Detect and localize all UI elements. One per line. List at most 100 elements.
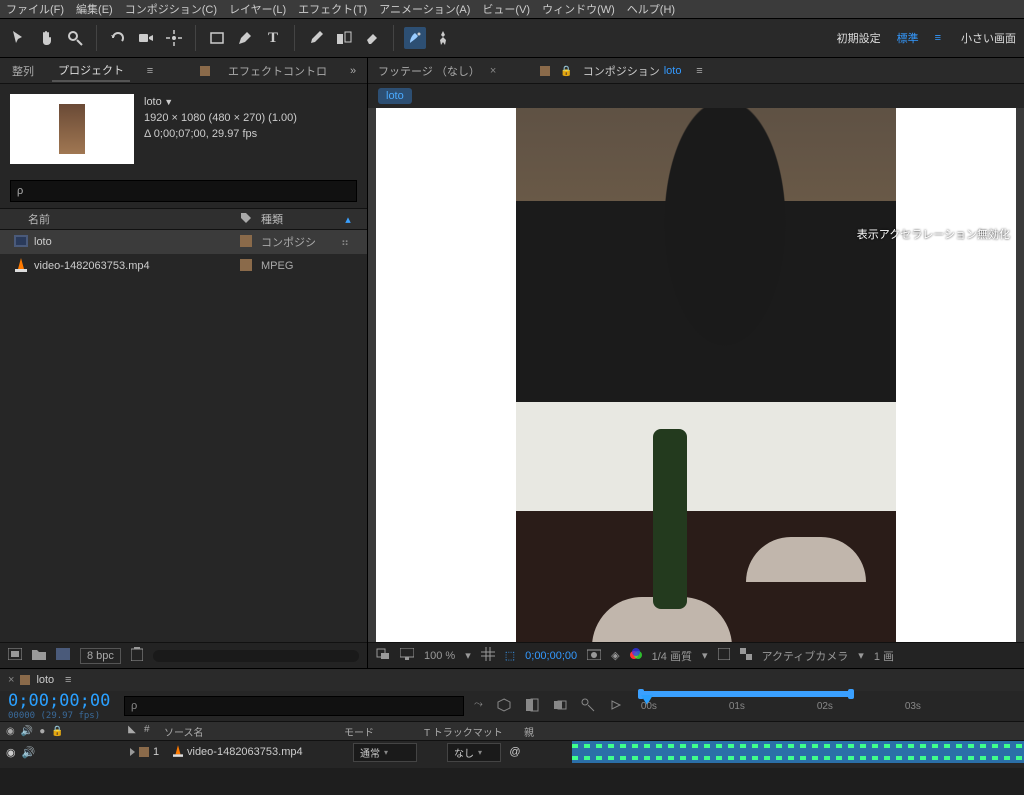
project-menu-icon[interactable]: ≡ — [142, 65, 158, 77]
tool-clone[interactable] — [333, 27, 355, 49]
timeline-search[interactable]: ρ — [124, 696, 464, 716]
tool-selection[interactable] — [8, 27, 30, 49]
tool-anchor[interactable] — [163, 27, 185, 49]
workspace-menu-icon[interactable]: ≡ — [935, 32, 945, 44]
speaker-icon[interactable]: 🔊 — [21, 726, 33, 737]
tool-rotate[interactable] — [107, 27, 129, 49]
new-comp-icon[interactable] — [56, 648, 70, 663]
channels-icon[interactable] — [630, 648, 642, 663]
menu-layer[interactable]: レイヤー(L) — [229, 1, 286, 17]
tool-zoom[interactable] — [64, 27, 86, 49]
snapshot-icon[interactable] — [587, 648, 601, 663]
tool-text[interactable]: T — [262, 27, 284, 49]
col-tag[interactable] — [231, 212, 261, 227]
menu-file[interactable]: ファイル(F) — [6, 1, 64, 17]
menu-edit[interactable]: 編集(E) — [76, 1, 113, 17]
layer-label[interactable] — [139, 747, 149, 757]
tool-camera[interactable] — [135, 27, 157, 49]
small-screen[interactable]: 小さい画面 — [961, 30, 1016, 46]
comp-name[interactable]: loto — [144, 94, 297, 110]
tool-rectangle[interactable] — [206, 27, 228, 49]
timeline-menu-icon[interactable]: ≡ — [60, 674, 76, 686]
close-icon[interactable]: × — [490, 65, 496, 77]
trash-icon[interactable] — [131, 647, 143, 664]
lock-col-icon[interactable]: 🔒 — [51, 726, 63, 737]
sort-arrow-icon[interactable]: ▴ — [341, 213, 355, 226]
tab-project[interactable]: プロジェクト — [52, 60, 130, 82]
timeline-tab-label[interactable]: loto — [36, 674, 54, 686]
frame-blend-icon[interactable] — [525, 698, 539, 715]
timecode-main[interactable]: 0;00;00;00 — [8, 691, 114, 711]
flowchart-icon[interactable]: ⠶ — [341, 236, 355, 249]
menu-help[interactable]: ヘルプ(H) — [627, 1, 675, 17]
project-item-footage[interactable]: video-1482063753.mp4 MPEG — [0, 254, 367, 278]
timeline-columns: ◉ 🔊 ● 🔒 ◣ # ソース名 モード T トラックマット 親 — [0, 721, 1024, 741]
project-search[interactable]: ρ — [10, 180, 357, 202]
tick: 02s — [817, 701, 833, 712]
tool-rotobrush[interactable] — [404, 27, 426, 49]
magnify-icon[interactable] — [376, 648, 390, 663]
project-item-comp[interactable]: loto コンポジシ ⠶ — [0, 230, 367, 254]
workspace-standard[interactable]: 標準 — [897, 30, 919, 46]
grid-icon[interactable] — [481, 647, 495, 664]
mask-icon[interactable]: ⬚ — [505, 649, 515, 662]
tool-eraser[interactable] — [361, 27, 383, 49]
menu-animation[interactable]: アニメーション(A) — [379, 1, 470, 17]
tab-composition[interactable]: コンポジションloto — [583, 63, 682, 79]
eye-icon[interactable]: ◉ — [6, 726, 15, 737]
graph-icon[interactable] — [581, 698, 595, 715]
overflow-icon[interactable]: » — [345, 65, 361, 77]
show-snapshot-icon[interactable]: ◈ — [611, 649, 619, 662]
eye-toggle[interactable]: ◉ — [6, 746, 16, 759]
col-type[interactable]: 種類 — [261, 211, 341, 227]
tab-align[interactable]: 整列 — [6, 61, 40, 81]
timecode[interactable]: 0;00;00;00 — [525, 650, 577, 662]
bpc-label[interactable]: 8 bpc — [80, 648, 121, 664]
menu-window[interactable]: ウィンドウ(W) — [542, 1, 615, 17]
camera-dropdown[interactable]: ▾ — [858, 649, 864, 662]
project-list: loto コンポジシ ⠶ video-1482063753.mp4 MPEG — [0, 230, 367, 642]
timeline-ruler[interactable]: 00s 01s 02s 03s — [633, 691, 1016, 721]
workspace-preset[interactable]: 初期設定 — [837, 30, 881, 46]
tool-brush[interactable] — [305, 27, 327, 49]
menu-view[interactable]: ビュー(V) — [482, 1, 530, 17]
motion-blur-icon[interactable] — [553, 698, 567, 715]
brainstorm-icon[interactable] — [609, 698, 623, 715]
tool-pen[interactable] — [234, 27, 256, 49]
camera-label[interactable]: アクティブカメラ — [762, 648, 849, 664]
solo-icon[interactable]: ● — [39, 726, 45, 737]
folder-icon[interactable] — [32, 648, 46, 663]
timeline-layer-row[interactable]: ◉ 🔊 1 video-1482063753.mp4 通常 なし @ — [0, 741, 1024, 763]
transparency-icon[interactable] — [740, 648, 752, 663]
tab-effect-controls[interactable]: エフェクトコントロ — [222, 61, 333, 81]
roi-icon[interactable] — [718, 648, 730, 663]
label-col[interactable]: ◣ — [120, 724, 144, 739]
tab-footage[interactable]: フッテージ （なし） — [378, 63, 480, 79]
lock-icon[interactable] — [560, 65, 572, 77]
menu-composition[interactable]: コンポジション(C) — [125, 1, 217, 17]
track-matte[interactable]: なし — [447, 743, 501, 762]
menu-effect[interactable]: エフェクト(T) — [298, 1, 367, 17]
close-icon[interactable]: × — [8, 674, 14, 686]
layer-track[interactable] — [572, 741, 1024, 763]
res-dropdown[interactable]: ▾ — [702, 649, 708, 662]
search-pill[interactable] — [153, 650, 359, 662]
zoom-dropdown[interactable]: ▾ — [465, 649, 471, 662]
speaker-toggle[interactable]: 🔊 — [22, 746, 36, 759]
comp-chip[interactable]: loto — [378, 88, 412, 104]
zoom-level[interactable]: 100 % — [424, 650, 455, 662]
tool-puppet[interactable] — [432, 27, 454, 49]
col-name[interactable]: 名前 — [12, 211, 231, 227]
views-label[interactable]: 1 画 — [874, 648, 894, 664]
blend-mode[interactable]: 通常 — [353, 743, 417, 762]
parent-pick-icon[interactable]: @ — [501, 746, 529, 758]
comp-menu-icon[interactable]: ≡ — [691, 65, 707, 77]
tool-hand[interactable] — [36, 27, 58, 49]
draft3d-icon[interactable] — [497, 698, 511, 715]
shy-icon[interactable]: ⤳ — [474, 698, 483, 715]
resolution[interactable]: 1/4 画質 — [652, 648, 692, 664]
interpret-icon[interactable] — [8, 648, 22, 663]
twirl-icon[interactable] — [130, 748, 135, 756]
viewer[interactable]: 表示アクセラレーション無効化 — [368, 108, 1024, 642]
monitor-icon[interactable] — [400, 648, 414, 663]
